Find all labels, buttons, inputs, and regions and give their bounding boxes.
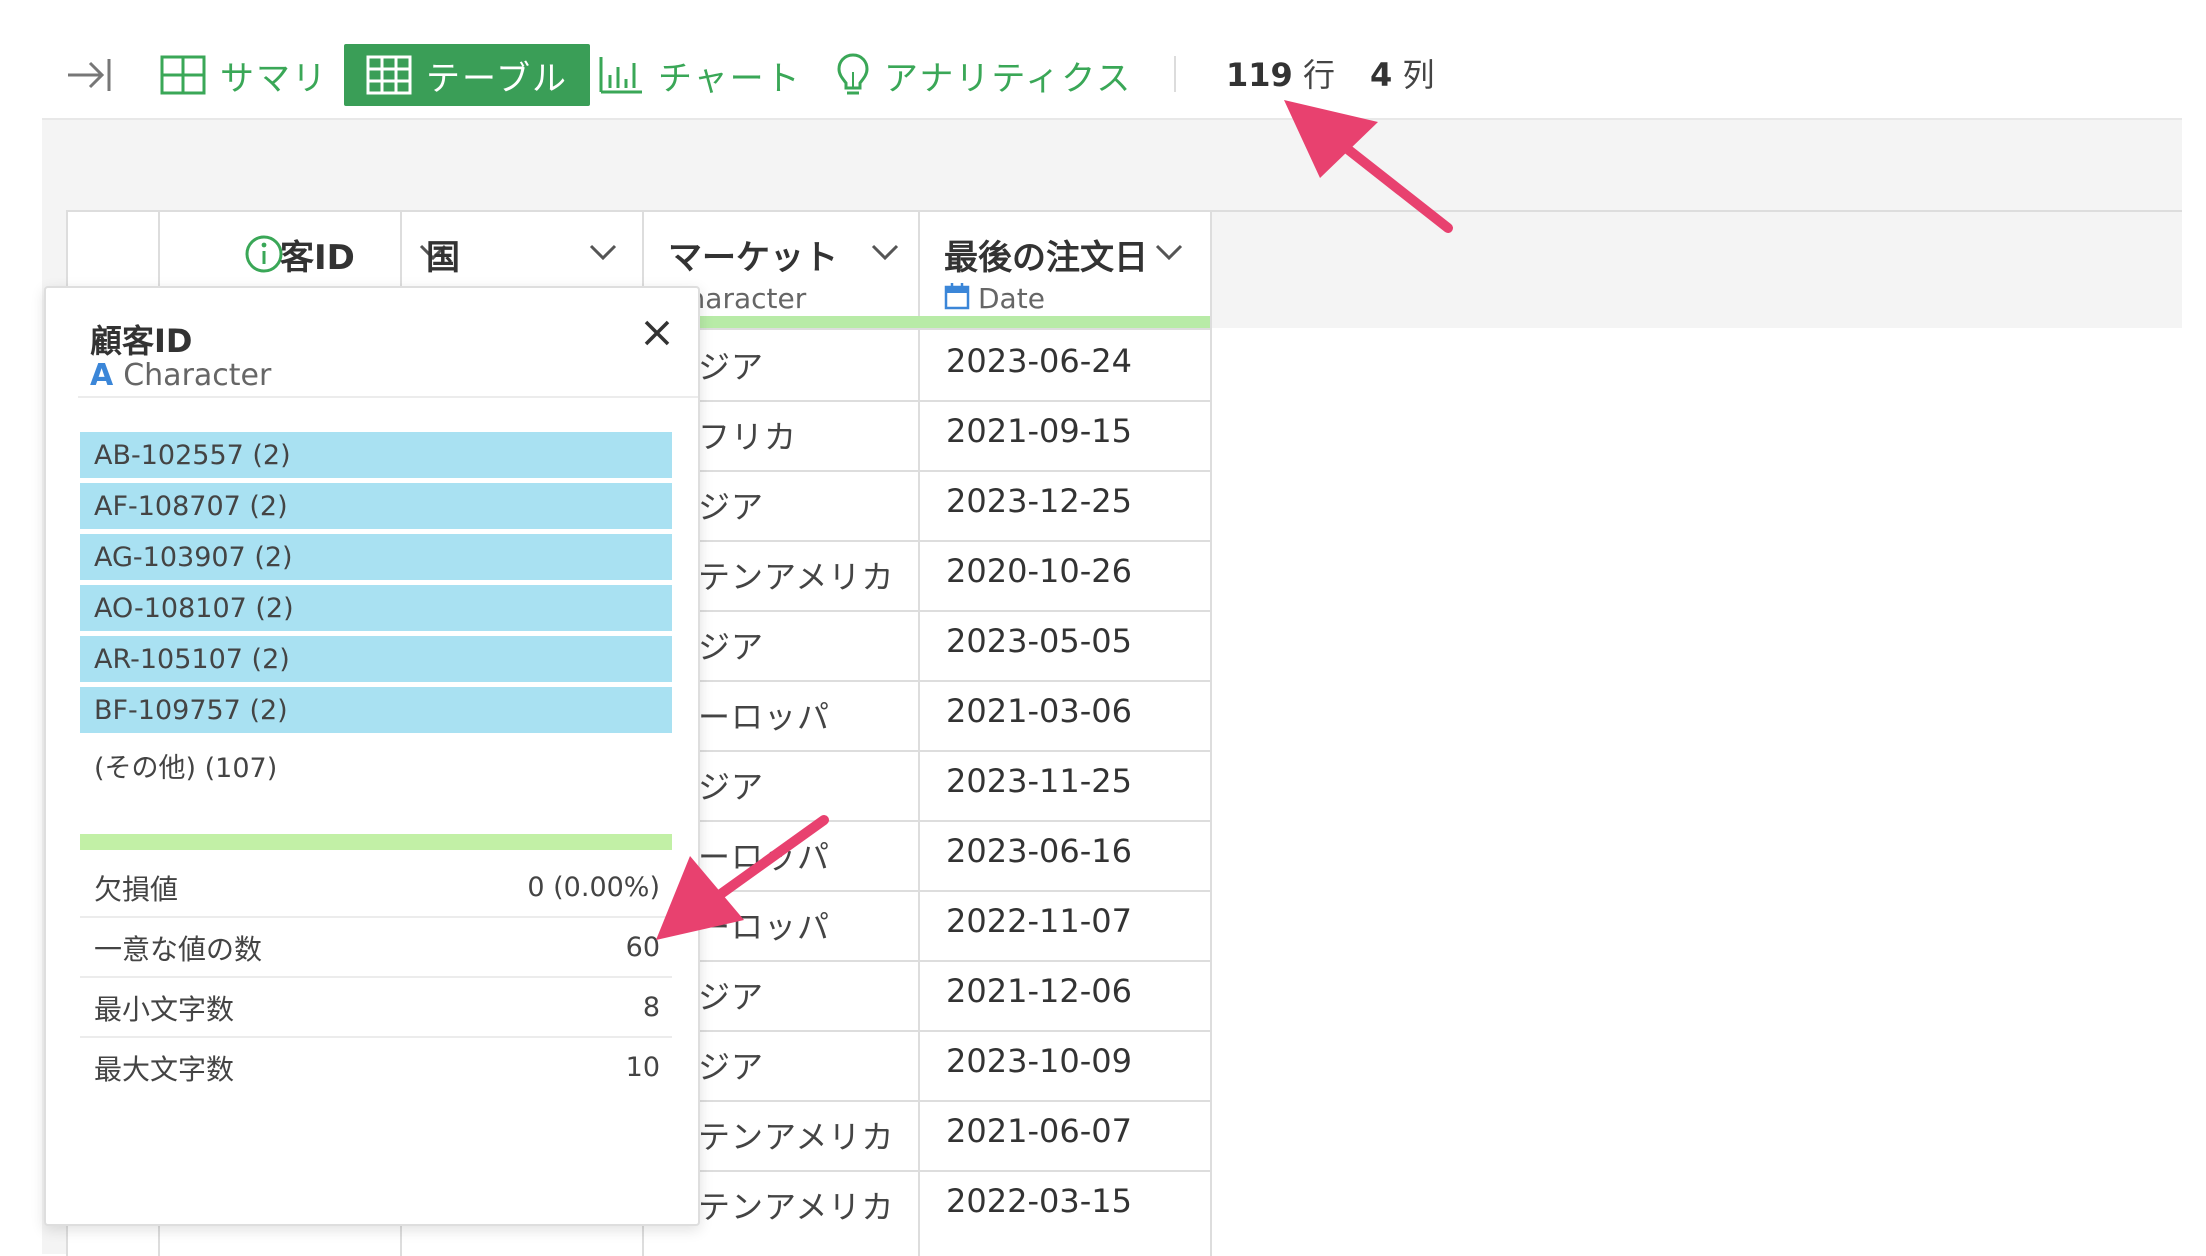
tab-chart-label: チャート [658,58,802,99]
stat-value: 0 (0.00%) [527,872,660,903]
info-icon [245,235,283,273]
top-value-item[interactable]: AG-103907 (2) [80,534,672,580]
cell-market: ーロッパ [698,838,831,876]
top-value-label: AF-108707 (2) [94,491,288,522]
stat-value: 10 [625,1052,660,1083]
grid-icon [160,55,206,95]
top-value-item[interactable]: AR-105107 (2) [80,636,672,682]
top-value-label: BF-109757 (2) [94,695,288,726]
stat-value: 8 [642,992,660,1023]
column-count-value: 4 [1370,56,1393,94]
chevron-down-icon[interactable] [870,242,900,262]
tab-table[interactable]: テーブル [344,44,590,106]
cell-date: 2023-06-24 [946,342,1132,380]
column-title: 国 [426,238,460,278]
table-empty-space [1210,328,2182,1254]
column-title: 最後の注文日 [944,238,1148,278]
popup-quality-bar [80,834,672,850]
row-count-unit: 行 [1302,56,1335,94]
calendar-icon [944,283,970,310]
cell-market: テンアメリカ [698,1118,895,1156]
cell-date: 2023-10-09 [946,1042,1132,1080]
chevron-down-icon[interactable] [1154,242,1184,262]
cell-market: フリカ [698,418,798,456]
stat-value: 60 [625,932,660,963]
top-value-item[interactable]: AO-108107 (2) [80,585,672,631]
cell-market: ジア [698,1048,765,1086]
tab-summary-label: サマリ [220,58,328,99]
stat-row-missing: 欠損値 0 (0.00%) [80,858,672,918]
cell-date: 2020-10-26 [946,552,1132,590]
cell-date: 2023-06-16 [946,832,1132,870]
stat-label: 最大文字数 [94,1053,235,1086]
cell-market: ジア [698,768,765,806]
top-value-label: AG-103907 (2) [94,542,293,573]
top-value-item[interactable]: AF-108707 (2) [80,483,672,529]
lightbulb-icon [837,53,869,95]
chevron-down-icon[interactable] [588,242,618,262]
cell-date: 2021-03-06 [946,692,1132,730]
popup-title: 顧客ID [90,322,193,360]
stat-label: 欠損値 [94,873,179,906]
popup-column-type: A Character [90,358,271,393]
close-icon[interactable] [642,318,672,348]
stat-row-max-length: 最大文字数 10 [80,1038,672,1096]
column-title: マーケット [668,238,838,278]
stat-row-min-length: 最小文字数 8 [80,978,672,1038]
top-value-label: AR-105107 (2) [94,644,290,675]
cell-date: 2023-11-25 [946,762,1132,800]
cell-market: テンアメリカ [698,558,895,596]
column-summary-popup: 顧客ID A Character AB-102557 (2) AF-108707 … [44,286,700,1226]
cell-market: ジア [698,348,765,386]
stat-label: 最小文字数 [94,993,235,1026]
popup-type-label: Character [123,358,272,393]
arrow-to-line-icon [68,59,111,91]
toolbar: サマリ テーブル チャート アナリティクス 119 行 4 列 [0,0,2206,118]
tab-summary[interactable]: サマリ [160,44,328,106]
column-title: 客ID [280,238,355,278]
stat-row-unique: 一意な値の数 60 [80,918,672,978]
bar-chart-icon [599,57,642,94]
cell-date: 2021-06-07 [946,1112,1132,1150]
top-value-label: AB-102557 (2) [94,440,291,471]
tab-analytics[interactable]: アナリティクス [836,44,1132,106]
top-value-item[interactable]: AB-102557 (2) [80,432,672,478]
cell-date: 2022-11-07 [946,902,1132,940]
character-type-icon: A [90,358,114,393]
collapse-sidebar-button[interactable] [66,44,126,106]
top-value-item[interactable]: BF-109757 (2) [80,687,672,733]
cell-date: 2023-12-25 [946,482,1132,520]
other-values-label: (その他) (107) [94,753,278,784]
cell-market: ーロッパ [698,908,831,946]
column-count-unit: 列 [1402,56,1435,94]
popup-divider [78,396,698,398]
cell-market: ジア [698,978,765,1016]
stat-label: 一意な値の数 [94,933,263,966]
top-value-label: AO-108107 (2) [94,593,294,624]
tab-chart[interactable]: チャート [598,44,802,106]
cell-market: ジア [698,628,765,666]
tab-table-label: テーブル [426,58,568,99]
column-quality-bar [684,316,1210,328]
cell-date: 2022-03-15 [946,1182,1132,1220]
column-type: Date [978,282,1045,315]
column-header-last-order-date[interactable]: 最後の注文日 Date [920,212,1210,328]
tab-analytics-label: アナリティクス [884,58,1133,99]
cell-market: テンアメリカ [698,1188,895,1226]
cell-date: 2023-05-05 [946,622,1132,660]
table-icon [366,55,412,95]
cell-date: 2021-12-06 [946,972,1132,1010]
cell-market: ジア [698,488,765,526]
cell-date: 2021-09-15 [946,412,1132,450]
cell-market: ーロッパ [698,698,831,736]
row-count: 119 行 [1226,50,1335,96]
column-count: 4 列 [1370,50,1434,96]
row-count-value: 119 [1226,56,1293,94]
header-empty-space [1210,210,2182,330]
toolbar-divider [1174,56,1176,92]
